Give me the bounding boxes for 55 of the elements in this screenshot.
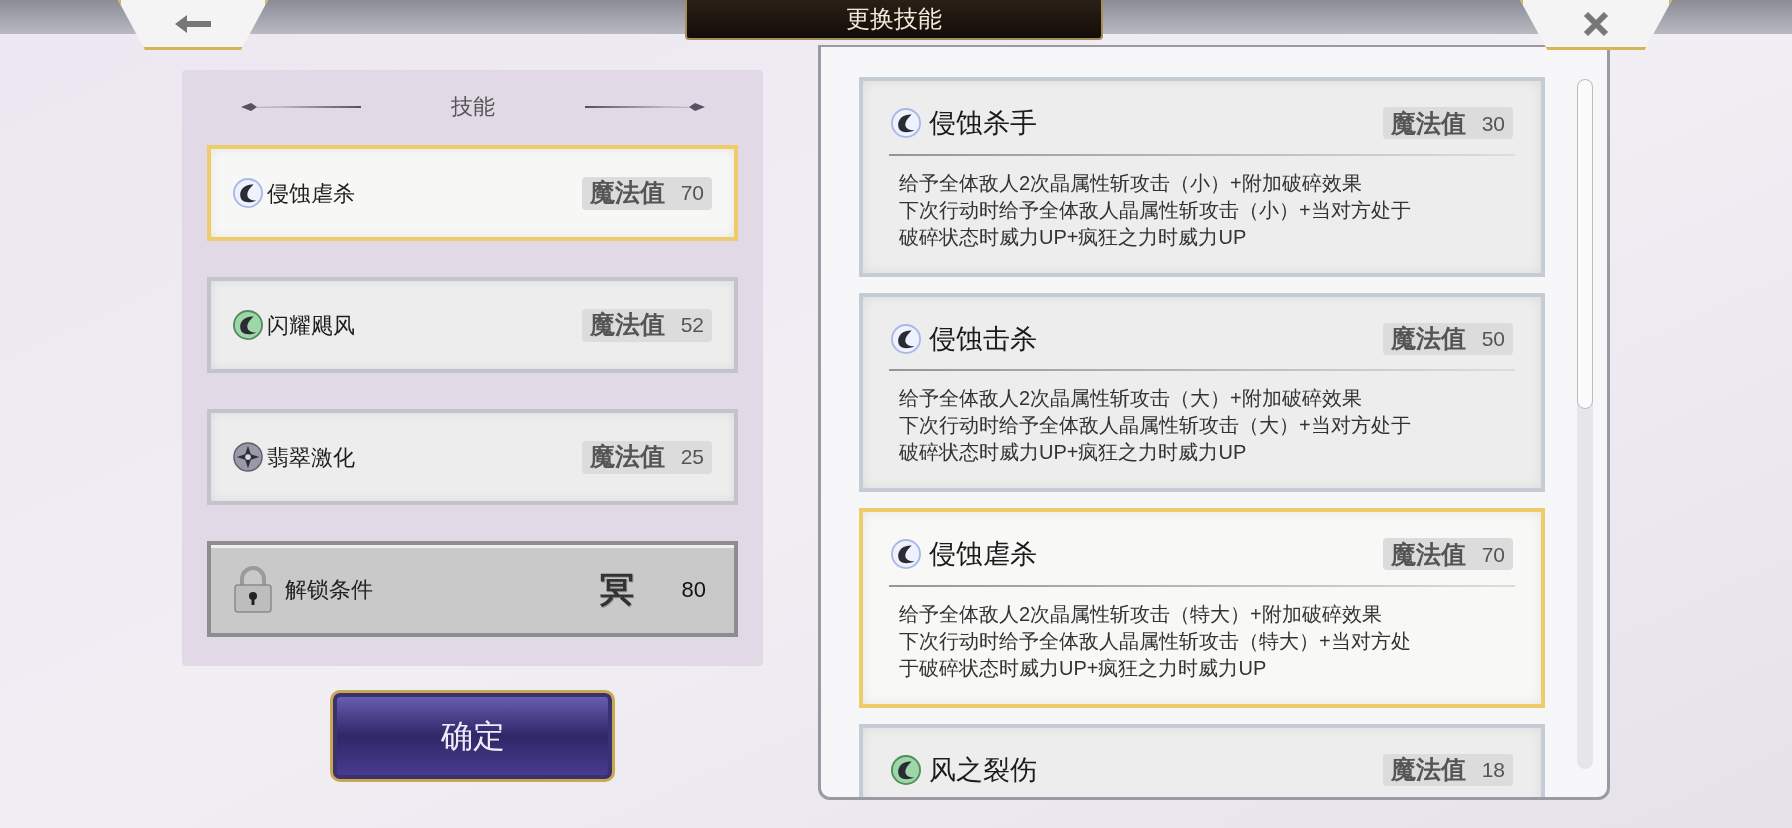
skill-title: 侵蚀杀手 <box>929 107 1037 140</box>
skill-name: 闪耀飓风 <box>267 311 355 340</box>
mana-cost-label: 魔法值 <box>1390 323 1466 354</box>
skill-card[interactable]: 侵蚀虐杀 魔法值 70 给予全体敌人2次晶属性斩攻击（特大）+附加破碎效果 下次行动时给予全体敌人晶属性斩攻击（特大）+当对方处 于破碎状态时威力UP+疯狂之力时威力UP <box>859 508 1545 708</box>
crescent-orb-icon <box>233 310 263 340</box>
scrollbar-thumb[interactable] <box>1577 79 1593 409</box>
skill-description-line: 下次行动时给予全体敌人晶属性斩攻击（大）+当对方处于 <box>899 413 1412 438</box>
close-icon <box>1582 9 1610 38</box>
screen-title: 更换技能 <box>846 4 942 34</box>
mana-cost-label: 魔法值 <box>1390 538 1466 570</box>
mana-cost-value: 50 <box>1481 326 1505 352</box>
mana-cost-value: 70 <box>1481 541 1505 568</box>
equipped-skill-slot[interactable]: 闪耀飓风 魔法值 52 <box>207 277 738 373</box>
mana-cost-label: 魔法值 <box>589 441 665 473</box>
mana-cost-value: 70 <box>680 180 704 207</box>
skill-title: 侵蚀击杀 <box>929 322 1037 356</box>
crescent-orb-icon <box>891 323 921 354</box>
star-orb-icon <box>233 442 263 472</box>
crescent-orb-icon <box>891 539 921 570</box>
locked-skill-slot[interactable]: 解锁条件 冥 80 <box>207 541 738 637</box>
skill-title: 侵蚀虐杀 <box>929 538 1037 571</box>
skill-card[interactable]: 侵蚀杀手 魔法值 30 给予全体敌人2次晶属性斩攻击（小）+附加破碎效果 下次行动时给予全体敌人晶属性斩攻击（小）+当对方处于 破碎状态时威力UP+疯狂之力时威力UP <box>859 77 1545 277</box>
mana-cost-value: 30 <box>1481 110 1505 137</box>
mana-cost-label: 魔法值 <box>1390 754 1466 785</box>
skill-card[interactable]: 风之裂伤 魔法值 18 <box>859 723 1545 797</box>
mana-cost-value: 25 <box>680 444 704 471</box>
crescent-orb-icon <box>233 178 263 208</box>
unlock-level: 80 <box>681 575 706 604</box>
equipped-skill-slot[interactable]: 翡翠激化 魔法值 25 <box>207 409 738 505</box>
equipped-skill-slot[interactable]: 侵蚀虐杀 魔法值 70 <box>207 145 738 241</box>
skill-description-line: 给予全体敌人2次晶属性斩攻击（小）+附加破碎效果 <box>899 170 1363 196</box>
skill-description-line: 下次行动时给予全体敌人晶属性斩攻击（小）+当对方处于 <box>899 197 1412 223</box>
mana-cost-label: 魔法值 <box>589 309 665 341</box>
skill-description-line: 破碎状态时威力UP+疯狂之力时威力UP <box>899 224 1248 250</box>
confirm-button[interactable]: 确定 <box>330 690 615 782</box>
panel-heading: 技能 <box>450 93 495 121</box>
mana-cost-value: 18 <box>1481 757 1505 783</box>
unlock-condition-label: 解锁条件 <box>285 575 373 604</box>
skill-name: 侵蚀虐杀 <box>267 179 355 208</box>
crescent-orb-icon <box>891 108 921 139</box>
skill-title: 风之裂伤 <box>929 753 1037 787</box>
mana-cost-label: 魔法值 <box>1390 107 1466 139</box>
unlock-glyph: 冥 <box>599 568 634 610</box>
crescent-orb-icon <box>891 754 921 785</box>
skill-description-line: 下次行动时给予全体敌人晶属性斩攻击（特大）+当对方处 <box>899 628 1412 654</box>
skill-description-line: 于破碎状态时威力UP+疯狂之力时威力UP <box>899 655 1268 681</box>
skill-name: 翡翠激化 <box>267 443 355 472</box>
skill-description-line: 给予全体敌人2次晶属性斩攻击（大）+附加破碎效果 <box>899 386 1363 411</box>
skill-card[interactable]: 侵蚀击杀 魔法值 50 给予全体敌人2次晶属性斩攻击（大）+附加破碎效果 下次行动时给予全体敌人晶属性斩攻击（大）+当对方处于 破碎状态时威力UP+疯狂之力时威力UP <box>859 292 1545 492</box>
skill-description-line: 破碎状态时威力UP+疯狂之力时威力UP <box>899 440 1248 465</box>
mana-cost-value: 52 <box>680 312 704 339</box>
skill-description-line: 给予全体敌人2次晶属性斩攻击（特大）+附加破碎效果 <box>899 601 1383 627</box>
left-arrow-icon <box>173 12 213 35</box>
padlock-icon <box>233 565 273 613</box>
mana-cost-label: 魔法值 <box>589 177 665 209</box>
